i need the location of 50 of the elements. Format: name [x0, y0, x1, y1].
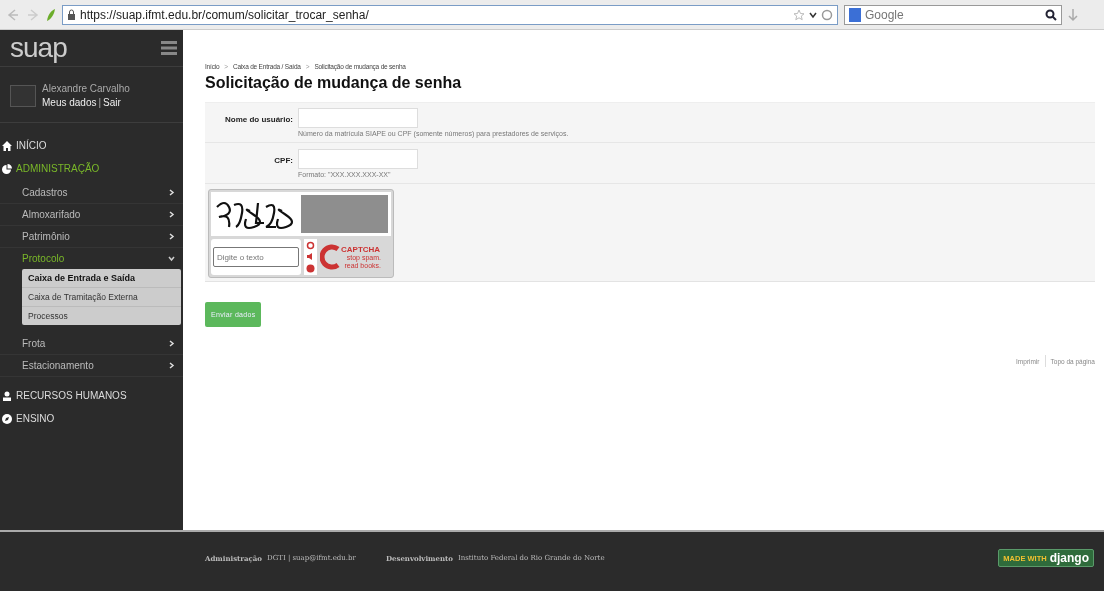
chevron-right-icon — [168, 211, 175, 218]
field-label: CPF: — [273, 155, 293, 167]
captcha-input[interactable]: Digite o texto — [213, 247, 299, 267]
menu-section[interactable]: RECURSOS HUMANOS — [0, 383, 183, 406]
leaf-icon — [46, 7, 56, 22]
download-arrow-icon[interactable] — [1068, 7, 1078, 22]
help-icon[interactable] — [306, 263, 315, 273]
user-link[interactable]: Sair — [103, 97, 121, 108]
pie-chart-icon — [2, 163, 12, 174]
user-icon — [2, 390, 12, 401]
input-field[interactable] — [298, 108, 418, 128]
user-name: Alexandre Carvalho — [42, 83, 130, 94]
menu-item[interactable]: Patrimônio — [0, 226, 183, 248]
submenu-item[interactable]: Caixa de Entrada e Saída — [22, 269, 181, 288]
address-bar[interactable]: https://suap.ifmt.edu.br/comum/solicitar_trocar_senha/ — [62, 4, 838, 25]
chevron-right-icon — [168, 362, 175, 369]
menu-item[interactable]: Protocolo — [0, 248, 183, 269]
star-icon[interactable] — [793, 8, 805, 21]
field-label: Nome do usuário: — [224, 114, 293, 126]
menu-section[interactable]: ADMINISTRAÇÃO — [0, 156, 183, 182]
search-field[interactable]: Google — [844, 4, 1062, 25]
menu-section[interactable]: ENSINO — [0, 406, 183, 429]
dropdown-caret-icon[interactable] — [809, 10, 817, 19]
chevron-right-icon — [168, 189, 175, 196]
speaker-icon[interactable] — [306, 252, 315, 262]
user-link[interactable]: Meus dados — [42, 97, 97, 108]
menu-icon[interactable] — [161, 40, 177, 56]
captcha-brand: CAPTCHA — [341, 245, 381, 255]
logo[interactable]: suap — [10, 34, 67, 62]
search-engine-icon — [849, 7, 861, 22]
refresh-icon[interactable] — [306, 241, 315, 251]
lock-icon — [67, 9, 76, 20]
menu-item[interactable]: Frota — [0, 333, 183, 355]
chevron-down-icon — [168, 255, 175, 262]
submenu-item[interactable]: Processos — [22, 307, 181, 325]
avatar-placeholder — [10, 84, 36, 107]
menu-section[interactable]: INÍCIO — [0, 133, 183, 156]
captcha-logo-icon — [320, 244, 340, 270]
home-icon — [2, 140, 12, 151]
page-title: Solicitação de mudança de senha — [205, 74, 462, 92]
back-arrow-icon[interactable] — [6, 7, 20, 22]
menu-item[interactable]: Cadastros — [0, 182, 183, 204]
chevron-right-icon — [168, 340, 175, 347]
menu-item[interactable]: Almoxarifado — [0, 204, 183, 226]
menu-item[interactable]: Estacionamento — [0, 355, 183, 377]
submenu-item[interactable]: Caixa de Tramitação Externa — [22, 288, 181, 307]
chevron-right-icon — [168, 233, 175, 240]
search-icon[interactable] — [1045, 8, 1057, 21]
link-separator: | — [98, 97, 102, 108]
input-field[interactable] — [298, 149, 418, 169]
